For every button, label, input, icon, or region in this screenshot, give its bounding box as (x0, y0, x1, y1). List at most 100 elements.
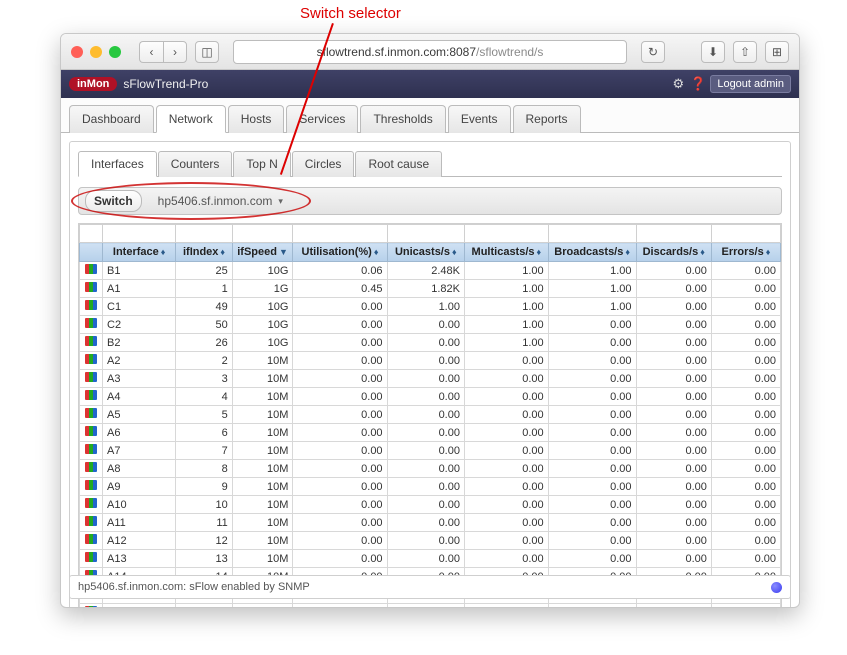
zoom-icon[interactable] (109, 46, 121, 58)
cell-unicasts: 2.48K (387, 262, 464, 280)
back-button[interactable]: ‹ (139, 41, 163, 63)
table-row[interactable]: A131310M0.000.000.000.000.000.00 (80, 550, 781, 568)
cell-ifIndex: 10 (176, 496, 232, 514)
cell-util: 0.00 (293, 406, 387, 424)
column-header-multicasts[interactable]: Multicasts/s♦ (464, 243, 548, 262)
gear-icon[interactable]: ⚙ (670, 76, 686, 92)
column-header-ifIndex[interactable]: ifIndex♦ (176, 243, 232, 262)
cell-interface: B1 (103, 262, 176, 280)
column-filter[interactable] (387, 225, 464, 243)
table-row[interactable]: A9910M0.000.000.000.000.000.00 (80, 478, 781, 496)
switch-dropdown[interactable]: hp5406.sf.inmon.com ▾ (150, 191, 291, 211)
column-filter[interactable] (711, 225, 780, 243)
column-header-icon[interactable] (80, 243, 103, 262)
row-chart-icon[interactable] (80, 352, 103, 370)
table-row[interactable]: A101010M0.000.000.000.000.000.00 (80, 496, 781, 514)
column-header-errors[interactable]: Errors/s♦ (711, 243, 780, 262)
table-row[interactable]: B12510G0.062.48K1.001.000.000.00 (80, 262, 781, 280)
row-chart-icon[interactable] (80, 532, 103, 550)
reload-button[interactable]: ↻ (641, 41, 665, 63)
table-header-row: Interface♦ifIndex♦ifSpeed▼Utilisation(%)… (80, 243, 781, 262)
table-row[interactable]: A7710M0.000.000.000.000.000.00 (80, 442, 781, 460)
column-header-broadcasts[interactable]: Broadcasts/s♦ (548, 243, 636, 262)
cell-ifSpeed: 10M (232, 424, 293, 442)
url-path: /sflowtrend/s (476, 45, 543, 59)
row-chart-icon[interactable] (80, 496, 103, 514)
row-chart-icon[interactable] (80, 334, 103, 352)
table-row[interactable]: A111110M0.000.000.000.000.000.00 (80, 514, 781, 532)
column-filter[interactable] (636, 225, 711, 243)
column-filter[interactable] (176, 225, 232, 243)
column-filter[interactable] (232, 225, 293, 243)
tab-events[interactable]: Events (448, 105, 511, 133)
row-chart-icon[interactable] (80, 388, 103, 406)
tabs-button[interactable]: ⊞ (765, 41, 789, 63)
downloads-button[interactable]: ⬇ (701, 41, 725, 63)
table-row[interactable]: A3310M0.000.000.000.000.000.00 (80, 370, 781, 388)
cell-ifIndex: 4 (176, 388, 232, 406)
row-chart-icon[interactable] (80, 370, 103, 388)
cell-discards: 0.00 (636, 460, 711, 478)
row-chart-icon[interactable] (80, 604, 103, 609)
cell-multicasts: 0.00 (464, 388, 548, 406)
row-chart-icon[interactable] (80, 298, 103, 316)
column-filter[interactable] (548, 225, 636, 243)
row-chart-icon[interactable] (80, 424, 103, 442)
table-row[interactable]: C25010G0.000.001.000.000.000.00 (80, 316, 781, 334)
cell-discards: 0.00 (636, 388, 711, 406)
tab-reports[interactable]: Reports (513, 105, 581, 133)
tab-thresholds[interactable]: Thresholds (360, 105, 445, 133)
table-row[interactable]: A171710M0.000.000.000.000.000.00 (80, 604, 781, 609)
table-row[interactable]: A121210M0.000.000.000.000.000.00 (80, 532, 781, 550)
column-header-unicasts[interactable]: Unicasts/s♦ (387, 243, 464, 262)
subtab-counters[interactable]: Counters (158, 151, 233, 177)
table-row[interactable]: A4410M0.000.000.000.000.000.00 (80, 388, 781, 406)
row-chart-icon[interactable] (80, 514, 103, 532)
column-header-util[interactable]: Utilisation(%)♦ (293, 243, 387, 262)
row-chart-icon[interactable] (80, 280, 103, 298)
tab-dashboard[interactable]: Dashboard (69, 105, 154, 133)
share-button[interactable]: ⇧ (733, 41, 757, 63)
subtab-root-cause[interactable]: Root cause (355, 151, 442, 177)
cell-errors: 0.00 (711, 370, 780, 388)
column-header-ifSpeed[interactable]: ifSpeed▼ (232, 243, 293, 262)
column-filter[interactable] (103, 225, 176, 243)
close-icon[interactable] (71, 46, 83, 58)
subtab-circles[interactable]: Circles (292, 151, 355, 177)
table-row[interactable]: A5510M0.000.000.000.000.000.00 (80, 406, 781, 424)
cell-errors: 0.00 (711, 532, 780, 550)
column-header-discards[interactable]: Discards/s♦ (636, 243, 711, 262)
logout-button[interactable]: Logout admin (710, 75, 791, 93)
cell-ifIndex: 1 (176, 280, 232, 298)
cell-unicasts: 0.00 (387, 496, 464, 514)
row-chart-icon[interactable] (80, 442, 103, 460)
cell-discards: 0.00 (636, 478, 711, 496)
column-filter[interactable] (293, 225, 387, 243)
column-header-interface[interactable]: Interface♦ (103, 243, 176, 262)
column-filter[interactable] (464, 225, 548, 243)
table-row[interactable]: A8810M0.000.000.000.000.000.00 (80, 460, 781, 478)
tab-network[interactable]: Network (156, 105, 226, 133)
cell-unicasts: 0.00 (387, 550, 464, 568)
subtab-interfaces[interactable]: Interfaces (78, 151, 157, 177)
table-row[interactable]: A111G0.451.82K1.001.000.000.00 (80, 280, 781, 298)
table-row[interactable]: A6610M0.000.000.000.000.000.00 (80, 424, 781, 442)
row-chart-icon[interactable] (80, 316, 103, 334)
table-row[interactable]: C14910G0.001.001.001.000.000.00 (80, 298, 781, 316)
tab-hosts[interactable]: Hosts (228, 105, 285, 133)
row-chart-icon[interactable] (80, 406, 103, 424)
forward-button[interactable]: › (163, 41, 187, 63)
url-bar[interactable]: sflowtrend.sf.inmon.com:8087/sflowtrend/… (233, 40, 627, 64)
row-chart-icon[interactable] (80, 460, 103, 478)
cell-ifSpeed: 10M (232, 388, 293, 406)
table-row[interactable]: B22610G0.000.001.000.000.000.00 (80, 334, 781, 352)
row-chart-icon[interactable] (80, 478, 103, 496)
minimize-icon[interactable] (90, 46, 102, 58)
help-icon[interactable]: ❓ (690, 76, 706, 92)
sidebar-button[interactable]: ◫ (195, 41, 219, 63)
cell-unicasts: 0.00 (387, 532, 464, 550)
table-row[interactable]: A2210M0.000.000.000.000.000.00 (80, 352, 781, 370)
column-filter[interactable] (80, 225, 103, 243)
row-chart-icon[interactable] (80, 262, 103, 280)
row-chart-icon[interactable] (80, 550, 103, 568)
